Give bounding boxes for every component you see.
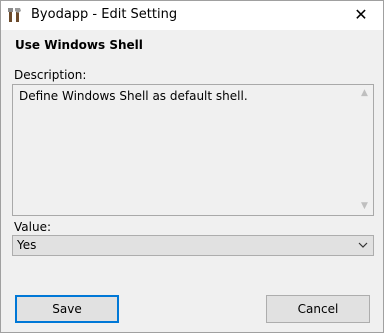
save-button[interactable]: Save: [15, 295, 119, 323]
title-bar[interactable]: Byodapp - Edit Setting ✕: [1, 1, 383, 30]
chevron-down-icon[interactable]: [357, 239, 369, 251]
scroll-up-icon[interactable]: ▲: [356, 85, 373, 102]
scroll-down-icon[interactable]: ▼: [356, 198, 373, 215]
description-textarea[interactable]: Define Windows Shell as default shell. ▲…: [12, 84, 374, 216]
value-label: Value:: [14, 220, 51, 234]
description-label: Description:: [14, 68, 87, 82]
setting-name: Use Windows Shell: [15, 38, 143, 52]
description-scrollbar[interactable]: ▲ ▼: [356, 85, 373, 215]
value-select[interactable]: Yes: [12, 235, 374, 256]
window-title: Byodapp - Edit Setting: [31, 7, 178, 22]
edit-setting-dialog: Byodapp - Edit Setting ✕ Use Windows She…: [0, 0, 384, 333]
app-tools-icon: [7, 7, 23, 23]
close-icon[interactable]: ✕: [339, 1, 383, 30]
cancel-button[interactable]: Cancel: [266, 295, 370, 323]
description-text: Define Windows Shell as default shell.: [19, 89, 248, 103]
value-select-text: Yes: [17, 238, 37, 252]
